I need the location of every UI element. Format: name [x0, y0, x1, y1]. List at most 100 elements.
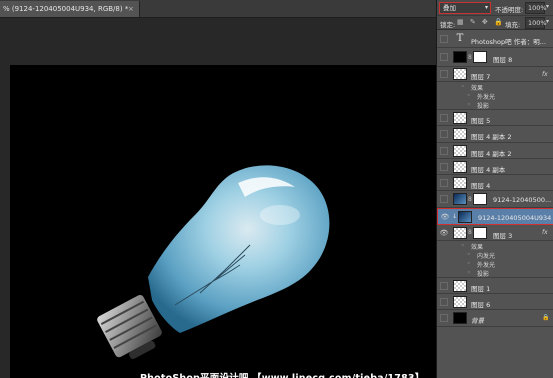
light-bulb-image — [97, 165, 330, 360]
effect-row[interactable]: ◦ 内发光 — [437, 250, 553, 260]
layer-row[interactable]: 图层 4 副本 — [437, 159, 553, 175]
effects-row[interactable]: ◦ 效果 — [437, 82, 553, 92]
eye-icon[interactable]: ◦ — [461, 83, 465, 90]
effect-row[interactable]: ◦ 投影 — [437, 268, 553, 278]
opacity-field[interactable]: 100% — [525, 2, 547, 14]
layer-mask-thumbnail — [473, 193, 487, 205]
layer-name: Photoshop吧 作者：明... — [471, 38, 546, 46]
visibility-toggle[interactable] — [440, 147, 448, 155]
effect-row[interactable]: ◦ 投影 — [437, 100, 553, 110]
layer-thumbnail — [453, 161, 467, 173]
layer-name: 图层 8 — [493, 56, 513, 64]
document-tab-bar: % (9124-120405004U934, RGB/8) * × — [0, 0, 436, 18]
eye-icon[interactable]: ◦ — [467, 260, 471, 267]
document-tab-title: % (9124-120405004U934, RGB/8) * — [3, 5, 129, 13]
visibility-toggle[interactable] — [440, 130, 448, 138]
visibility-toggle[interactable] — [440, 163, 448, 171]
effect-row[interactable]: ◦ 外发光 — [437, 91, 553, 101]
fx-icon[interactable]: fx — [542, 229, 548, 236]
document-canvas[interactable] — [10, 65, 436, 378]
layer-thumbnail — [458, 211, 472, 223]
eye-icon[interactable]: ◦ — [467, 269, 471, 276]
canvas-area[interactable]: PhotoShop平面设计吧 【www.linecg.com/tieba/178… — [0, 18, 436, 378]
blend-opacity-row: 叠加 ▾ 不透明度: 100% ▾ — [437, 0, 553, 16]
effect-name: 投影 — [477, 271, 490, 278]
lock-icon: 🔒 — [542, 314, 550, 321]
visibility-toggle[interactable] — [440, 314, 448, 322]
layer-row[interactable]: 图层 4 — [437, 175, 553, 191]
chain-link-icon: 8 — [468, 196, 472, 203]
effect-name: 投影 — [477, 103, 490, 110]
eye-icon[interactable]: ◦ — [467, 101, 471, 108]
layer-row[interactable]: 图层 7 fx — [437, 67, 553, 82]
layer-name: 9124-120405004U934 — [478, 214, 552, 222]
layer-thumbnail — [453, 112, 467, 124]
layers-panel: 叠加 ▾ 不透明度: 100% ▾ 锁定: ▦ ✎ ✥ 🔒 填充: 100% ▾… — [436, 0, 553, 378]
fill-label: 填充: — [505, 21, 521, 29]
layer-name: 图层 4 副本 2 — [471, 133, 512, 141]
layer-name: 图层 1 — [471, 285, 491, 293]
layer-name: 图层 5 — [471, 117, 491, 125]
layer-name: 图层 4 副本 2 — [471, 150, 512, 158]
clip-arrow-icon: ↓ — [452, 213, 458, 220]
lock-label: 锁定: — [440, 21, 456, 29]
layer-row[interactable]: 背景 🔒 — [437, 310, 553, 327]
chain-link-icon: 8 — [468, 229, 472, 236]
eye-icon[interactable]: 👁 — [440, 212, 450, 222]
effect-row[interactable]: ◦ 外发光 — [437, 259, 553, 269]
visibility-toggle[interactable] — [440, 282, 448, 290]
fx-icon[interactable]: fx — [542, 71, 548, 78]
visibility-toggle[interactable] — [440, 195, 448, 203]
fill-field[interactable]: 100% — [525, 17, 547, 29]
eye-icon[interactable]: ◦ — [467, 92, 471, 99]
layer-name: 9124-12040500... — [493, 196, 552, 204]
layer-name: 图层 7 — [471, 73, 491, 81]
layer-row[interactable]: 图层 4 副本 2 — [437, 126, 553, 143]
layer-thumbnail — [453, 227, 467, 239]
visibility-toggle[interactable] — [440, 298, 448, 306]
layer-name: 图层 4 — [471, 182, 491, 190]
lock-fill-row: 锁定: ▦ ✎ ✥ 🔒 填充: 100% ▾ — [437, 16, 553, 30]
layer-thumbnail — [453, 128, 467, 140]
layer-row[interactable]: 图层 6 — [437, 294, 553, 310]
blend-mode-select[interactable]: 叠加 ▾ — [439, 2, 491, 14]
visibility-toggle[interactable] — [440, 35, 448, 43]
close-icon[interactable]: × — [128, 1, 134, 17]
layer-thumbnail — [453, 51, 467, 63]
layer-row[interactable]: 8 图层 8 — [437, 48, 553, 67]
layer-row[interactable]: T Photoshop吧 作者：明... — [437, 31, 553, 48]
layer-row[interactable]: 图层 1 — [437, 278, 553, 294]
layer-mask-thumbnail — [473, 51, 487, 63]
layer-thumbnail — [453, 280, 467, 292]
layer-mask-thumbnail — [473, 227, 487, 239]
layer-row[interactable]: 8 9124-12040500... — [437, 191, 553, 208]
layer-name: 图层 4 副本 — [471, 166, 506, 174]
type-layer-icon: T — [456, 33, 464, 44]
visibility-toggle[interactable] — [440, 53, 448, 61]
eye-icon[interactable]: ◦ — [461, 242, 465, 249]
visibility-toggle[interactable] — [440, 114, 448, 122]
layer-row[interactable]: 图层 5 — [437, 110, 553, 126]
watermark-caption: PhotoShop平面设计吧 【www.linecg.com/tieba/178… — [140, 370, 424, 378]
visibility-toggle[interactable] — [440, 70, 448, 78]
layer-thumbnail — [453, 68, 467, 80]
layer-thumbnail — [453, 296, 467, 308]
blend-mode-value: 叠加 — [443, 4, 456, 12]
effects-row[interactable]: ◦ 效果 — [437, 241, 553, 251]
eye-icon[interactable]: ◦ — [467, 251, 471, 258]
visibility-toggle[interactable] — [440, 179, 448, 187]
layer-thumbnail — [453, 145, 467, 157]
layer-thumbnail — [453, 312, 467, 324]
eye-icon[interactable]: 👁 — [439, 228, 449, 238]
fill-dropdown-icon[interactable]: ▾ — [546, 18, 549, 25]
chevron-down-icon: ▾ — [484, 4, 488, 11]
lock-options-icons[interactable]: ▦ ✎ ✥ 🔒 — [457, 18, 505, 26]
opacity-dropdown-icon[interactable]: ▾ — [546, 3, 549, 10]
layer-thumbnail — [453, 177, 467, 189]
layer-row-selected[interactable]: 👁 ↓ 9124-120405004U934 — [437, 208, 553, 225]
layer-name: 图层 6 — [471, 301, 491, 309]
layer-name: 图层 3 — [493, 232, 513, 240]
document-tab[interactable]: % (9124-120405004U934, RGB/8) * × — [0, 1, 140, 17]
layer-row[interactable]: 👁 8 图层 3 fx — [437, 225, 553, 241]
layer-row[interactable]: 图层 4 副本 2 — [437, 143, 553, 159]
